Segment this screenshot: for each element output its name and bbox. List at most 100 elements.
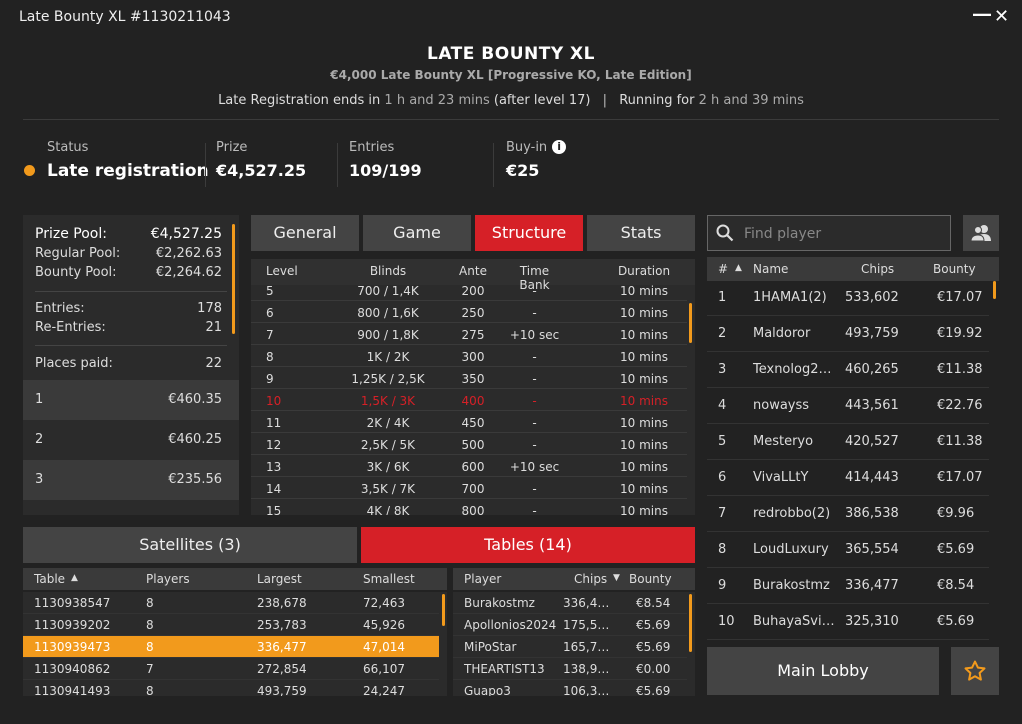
players-button[interactable] <box>963 215 999 251</box>
player-row[interactable]: 6 VivaLLtY 414,443 €17.07 <box>707 460 989 496</box>
table-player-row[interactable]: Apollonios2024 175,5… €5.69 <box>453 614 687 636</box>
buyin-label-text: Buy-in <box>506 140 548 155</box>
cell-blinds: 1,5K / 3K <box>360 394 416 408</box>
cell-level: 8 <box>266 350 274 364</box>
cell-smallest: 24,247 <box>363 684 405 696</box>
cell-blinds: 1K / 2K <box>366 350 410 364</box>
player-bounty: €17.07 <box>937 470 983 485</box>
prize-pool-scrollbar[interactable] <box>232 224 235 334</box>
col-smallest[interactable]: Smallest <box>363 572 415 586</box>
col-chips[interactable]: Chips <box>861 262 894 276</box>
col-bounty[interactable]: Bounty <box>629 572 672 586</box>
reentries-row: Re-Entries: 21 <box>35 320 222 335</box>
table-player-row[interactable]: THEARTIST13 138,9… €0.00 <box>453 658 687 680</box>
player-name: 1HAMA1(2) <box>753 290 827 305</box>
player-row[interactable]: 5 Mesteryo 420,527 €11.38 <box>707 424 989 460</box>
info-icon[interactable]: i <box>552 140 567 154</box>
table-player-row[interactable]: Guapo3 106,3… €5.69 <box>453 680 687 696</box>
entries-row: Entries: 178 <box>35 301 222 316</box>
table-row[interactable]: 1130941493 8 493,759 24,247 <box>23 680 439 696</box>
player-row[interactable]: 7 redrobbo(2) 386,538 €9.96 <box>707 496 989 532</box>
table-players-scrollbar[interactable] <box>689 594 692 652</box>
col-rank[interactable]: # <box>718 262 728 276</box>
col-players[interactable]: Players <box>146 572 190 586</box>
favorite-button[interactable] <box>951 647 999 695</box>
cell-table-id: 1130941493 <box>34 684 111 696</box>
cell-players: 8 <box>146 618 154 632</box>
structure-row: 12 2,5K / 5K 500 - 10 mins <box>251 433 687 455</box>
cell-blinds: 2K / 4K <box>366 416 410 430</box>
player-row[interactable]: 1 1HAMA1(2) 533,602 €17.07 <box>707 280 989 316</box>
col-name[interactable]: Name <box>753 262 788 276</box>
table-player-row[interactable]: Burakostmz 336,4… €8.54 <box>453 592 687 614</box>
tab-satellites[interactable]: Satellites (3) <box>23 527 357 563</box>
cell-level: 15 <box>266 504 282 515</box>
cell-blinds: 2,5K / 5K <box>360 438 416 452</box>
cell-blinds: 900 / 1,8K <box>357 328 419 342</box>
table-row[interactable]: 1130940862 7 272,854 66,107 <box>23 658 439 680</box>
prize-label: Prize <box>216 140 248 155</box>
tab-general[interactable]: General <box>251 215 359 251</box>
structure-scrollbar[interactable] <box>689 303 692 343</box>
main-lobby-button[interactable]: Main Lobby <box>707 647 939 695</box>
col-table[interactable]: Table <box>34 572 65 586</box>
col-player[interactable]: Player <box>464 572 501 586</box>
col-chips[interactable]: Chips <box>574 572 607 586</box>
col-bounty[interactable]: Bounty <box>933 262 976 276</box>
col-blinds: Blinds <box>369 264 407 278</box>
cell-player: Apollonios2024 <box>464 618 557 632</box>
tab-tables[interactable]: Tables (14) <box>361 527 695 563</box>
cell-ante: 600 <box>461 460 485 474</box>
col-level: Level <box>266 264 298 278</box>
player-row[interactable]: 4 nowayss 443,561 €22.76 <box>707 388 989 424</box>
player-row[interactable]: 3 Texnolog2… 460,265 €11.38 <box>707 352 989 388</box>
cell-table-id: 1130939473 <box>34 640 111 654</box>
cell-level: 13 <box>266 460 282 474</box>
cell-duration: 10 mins <box>620 328 668 342</box>
cell-largest: 238,678 <box>257 596 307 610</box>
table-player-row[interactable]: MiPoStar 165,7… €5.69 <box>453 636 687 658</box>
cell-chips: 106,3… <box>563 684 610 696</box>
player-bounty: €8.54 <box>937 578 975 593</box>
regular-pool-value: €2,262.63 <box>155 246 222 261</box>
payout-amount: €460.25 <box>168 432 222 447</box>
cell-duration: 10 mins <box>620 504 668 515</box>
minimize-button[interactable]: ― <box>973 4 991 25</box>
player-name: Burakostmz <box>753 578 830 593</box>
player-chips: 420,527 <box>845 434 899 449</box>
cell-player: MiPoStar <box>464 640 517 654</box>
table-players-rows[interactable]: Burakostmz 336,4… €8.54 Apollonios2024 175,… <box>453 592 695 696</box>
player-name: LoudLuxury <box>753 542 829 557</box>
tab-stats[interactable]: Stats <box>587 215 695 251</box>
player-row[interactable]: 8 LoudLuxury 365,554 €5.69 <box>707 532 989 568</box>
buyin-label: Buy-in i <box>506 140 567 155</box>
tables-rows[interactable]: 1130938547 8 238,678 72,463 1130939202 8 253,… <box>23 592 447 696</box>
player-row[interactable]: 2 Maldoror 493,759 €19.92 <box>707 316 989 352</box>
tables-scrollbar[interactable] <box>442 594 445 626</box>
table-row-selected[interactable]: 1130939473 8 336,477 47,014 <box>23 636 439 658</box>
search-input[interactable] <box>744 224 944 244</box>
cell-ante: 250 <box>461 306 485 320</box>
table-row[interactable]: 1130939202 8 253,783 45,926 <box>23 614 439 636</box>
divider <box>35 291 227 292</box>
player-chips: 325,310 <box>845 614 899 629</box>
structure-rows[interactable]: 5 700 / 1,4K 200-10 mins 6 800 / 1,6K 250-10… <box>251 285 687 515</box>
player-row[interactable]: 9 Burakostmz 336,477 €8.54 <box>707 568 989 604</box>
player-search[interactable] <box>707 215 951 251</box>
players-scrollbar[interactable] <box>993 281 996 299</box>
tab-structure[interactable]: Structure <box>475 215 583 251</box>
player-row[interactable]: 10 BuhayaSvi… 325,310 €5.69 <box>707 604 989 640</box>
cell-duration: 10 mins <box>620 416 668 430</box>
structure-row: 6 800 / 1,6K 250 - 10 mins <box>251 301 687 323</box>
bounty-pool-value: €2,264.62 <box>155 265 222 280</box>
tab-game[interactable]: Game <box>363 215 471 251</box>
close-button[interactable]: ✕ <box>994 6 1009 27</box>
regular-pool-label: Regular Pool: <box>35 246 121 261</box>
table-row[interactable]: 1130938547 8 238,678 72,463 <box>23 592 439 614</box>
player-chips: 533,602 <box>845 290 899 305</box>
regular-pool-row: Regular Pool: €2,262.63 <box>35 246 222 261</box>
prize-pool-value: €4,527.25 <box>150 226 222 242</box>
player-chips: 386,538 <box>845 506 899 521</box>
col-largest[interactable]: Largest <box>257 572 302 586</box>
player-chips: 414,443 <box>845 470 899 485</box>
